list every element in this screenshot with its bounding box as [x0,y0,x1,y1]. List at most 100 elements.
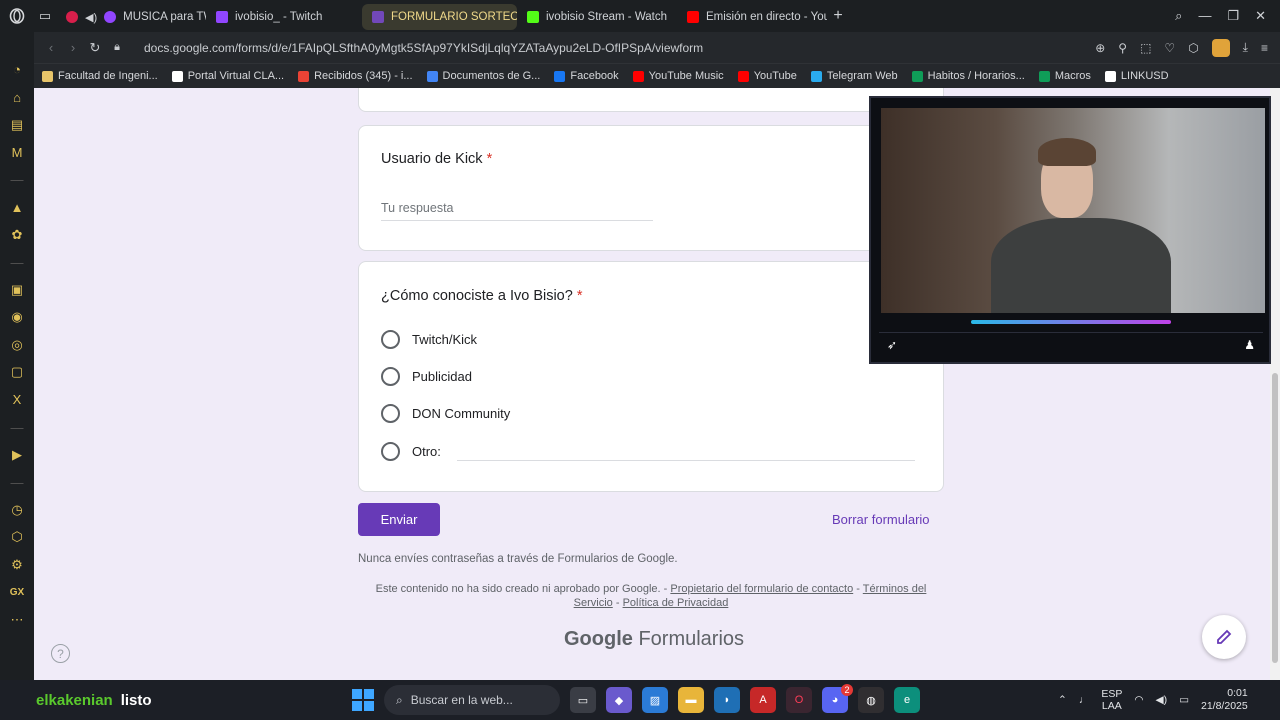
extensions-icon[interactable]: ⬡ [0,524,34,552]
chatgpt-icon[interactable]: ✿ [0,221,34,249]
radio-button[interactable] [381,442,400,461]
webcam-overlay: ➶ ♟ [869,96,1271,364]
user-icon: ♟ [1244,337,1255,352]
vscode-icon[interactable]: ◗ [714,687,740,713]
otro-input[interactable] [457,460,915,461]
privacy-link[interactable]: Política de Privacidad [623,597,729,609]
app-a-icon[interactable]: ▲ [0,194,34,222]
option-don-community[interactable]: DON Community [381,404,510,423]
tab-label: MUSICA para TWI [123,11,206,23]
extensions-icon[interactable]: ⬡ [1188,41,1198,55]
copilot-icon[interactable]: ◆ [606,687,632,713]
player-icon[interactable]: ▶ [0,441,34,469]
edge-icon[interactable]: e [894,687,920,713]
new-tab-icon[interactable]: + [827,0,849,32]
battery-icon[interactable]: ▭ [1179,694,1189,706]
m-app-icon[interactable]: M [0,139,34,167]
history-icon[interactable]: ◷ [0,496,34,524]
tab-formulario[interactable]: FORMULARIO SORTEO [362,4,517,30]
bookmark-item[interactable]: Telegram Web [810,70,898,82]
bookmark-item[interactable]: YouTube Music [632,70,724,82]
option-twitch-kick[interactable]: Twitch/Kick [381,330,477,349]
edit-icon[interactable] [1202,615,1246,659]
clear-form-link[interactable]: Borrar formulario [832,512,930,527]
snapshot-icon[interactable]: ⬚ [1140,41,1151,55]
bookmark-item[interactable]: Facebook [554,70,619,82]
page-scrollbar[interactable] [1270,88,1280,680]
restore-icon[interactable]: ❐ [1227,8,1239,24]
option-otro[interactable]: Otro: [381,442,441,461]
search-icon[interactable]: ⌕ [1175,8,1182,24]
bookmark-item[interactable]: Portal Virtual CLA... [171,70,284,82]
file-explorer-icon[interactable]: ▬ [678,687,704,713]
tab-youtube[interactable]: Emisión en directo - YouT [677,4,827,30]
heart-icon[interactable]: ♡ [1164,41,1175,55]
x-icon[interactable]: X [0,386,34,414]
contact-owner-link[interactable]: Propietario del formulario de contacto [670,583,853,595]
pin-icon[interactable]: ⚲ [1118,41,1127,55]
taskbar-search[interactable]: ⌕ Buscar en la web... [384,685,560,715]
speaker-icon[interactable]: ◀) [85,11,97,24]
workspace-icon[interactable]: ⌂ [0,84,34,112]
bookmark-favicon-icon [911,70,923,82]
acrobat-icon[interactable]: A [750,687,776,713]
disclaimer: Este contenido no ha sido creado ni apro… [375,583,927,609]
bookmark-item[interactable]: Recibidos (345) - i... [298,70,413,82]
zoom-icon[interactable]: ⊕ [1095,41,1105,55]
submit-button[interactable]: Enviar [358,503,440,536]
photos-icon[interactable]: ▨ [642,687,668,713]
forward-icon[interactable]: › [62,40,84,55]
url-field[interactable]: docs.google.com/forms/d/e/1FAIpQLSfthA0y… [144,41,703,55]
twitch-icon[interactable]: ▣ [0,276,34,304]
back-icon[interactable]: ‹ [40,40,62,55]
opera-logo-icon[interactable] [0,0,34,32]
profile-avatar[interactable] [1211,38,1230,57]
menu-icon[interactable]: ≡ [1261,41,1268,55]
minimize-icon[interactable]: — [1198,8,1211,24]
bookmark-item[interactable]: Facultad de Ingeni... [42,70,158,82]
close-icon[interactable]: ✕ [1255,8,1266,24]
download-icon[interactable]: ⤓ [1243,40,1248,55]
settings-icon[interactable]: ⚙ [0,551,34,579]
tab-kick[interactable]: ivobisio Stream - Watch [517,4,677,30]
wifi-icon[interactable]: ◠ [1134,694,1143,706]
whatsapp-icon[interactable]: ◎ [0,331,34,359]
radio-button[interactable] [381,330,400,349]
radio-button[interactable] [381,404,400,423]
google-forms-logo[interactable]: Google Formularios [564,628,744,651]
tab-menu-icon[interactable]: ▭ [34,0,56,32]
obs-icon[interactable]: ◍ [858,687,884,713]
language-indicator[interactable]: ESP LAA [1101,688,1122,712]
bookmark-favicon-icon [1104,70,1116,82]
microphone-icon[interactable]: ♩ [1079,694,1090,706]
aria-icon[interactable]: ◔ [0,56,34,84]
tab-musica[interactable]: ◀) MUSICA para TWI [56,4,206,30]
instagram-icon[interactable]: ▢ [0,359,34,387]
answer-input[interactable]: Tu respuesta [381,201,454,215]
notes-icon[interactable]: ▤ [0,111,34,139]
question-title: ¿Cómo conociste a Ivo Bisio? * [381,288,583,304]
clock[interactable]: 0:01 21/8/2025 [1201,687,1248,713]
volume-icon[interactable]: ◀) [1156,694,1168,706]
gx-icon[interactable]: GX [0,579,34,607]
reload-icon[interactable]: ↻ [84,40,106,56]
tab-twitch[interactable]: ivobisio_ - Twitch [206,4,358,30]
bookmark-item[interactable]: YouTube [737,70,797,82]
help-icon[interactable]: ? [51,644,70,663]
option-publicidad[interactable]: Publicidad [381,367,472,386]
tab-label: FORMULARIO SORTEO [391,11,517,23]
task-view-icon[interactable]: ▭ [570,687,596,713]
more-icon[interactable]: ⋯ [0,606,34,634]
bookmark-item[interactable]: LINKUSD [1104,70,1169,82]
radio-button[interactable] [381,367,400,386]
scrollbar-thumb[interactable] [1272,373,1278,663]
bookmark-item[interactable]: Macros [1038,70,1091,82]
tray-expand-icon[interactable]: ⌃ [1058,694,1067,706]
bookmark-item[interactable]: Habitos / Horarios... [911,70,1025,82]
bookmark-item[interactable]: Documentos de G... [426,70,540,82]
opera-gx-icon[interactable]: O [786,687,812,713]
windows-start-icon[interactable] [352,689,374,711]
messenger-icon[interactable]: ◉ [0,304,34,332]
lock-icon[interactable]: 🔒︎ [106,41,128,54]
discord-icon[interactable]: ◕ 2 [822,684,853,713]
